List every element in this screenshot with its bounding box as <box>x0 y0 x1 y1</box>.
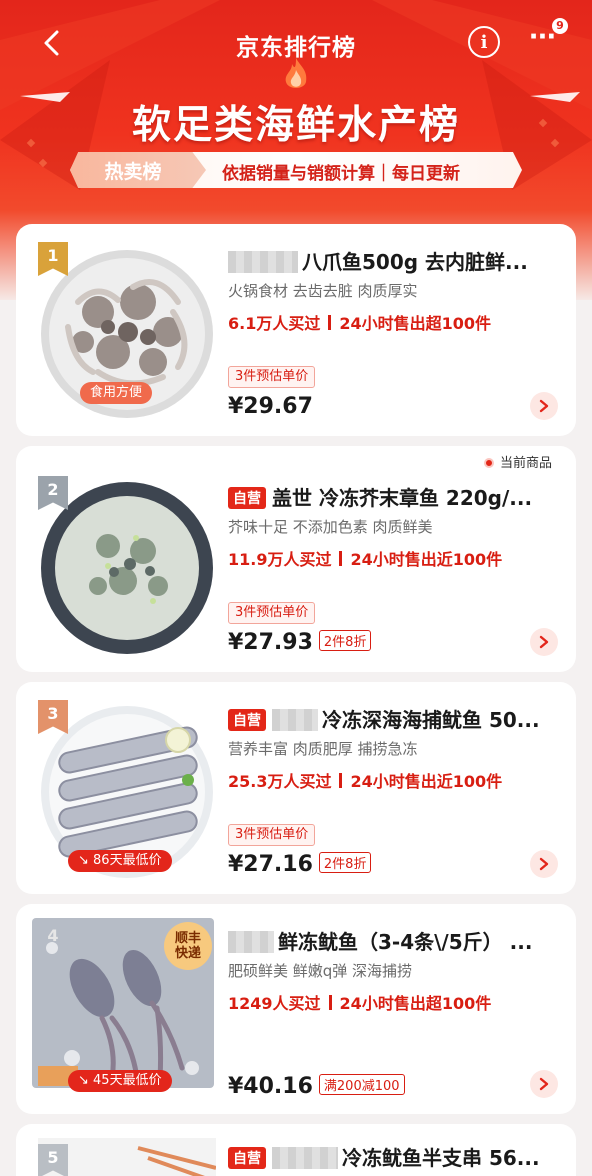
promo-tag: 2件8折 <box>318 852 372 873</box>
buyers-count: 1249人买过 <box>228 994 321 1013</box>
product-tags: 火锅食材 去齿去脏 肉质厚实 <box>228 282 418 300</box>
hot-sale-tab[interactable]: 热卖榜 <box>70 152 206 188</box>
price-value: ¥40.16 <box>228 1074 313 1099</box>
price: ¥29.67 <box>228 394 313 419</box>
product-name[interactable]: 自营 盖世 冷冻芥末章鱼 220g/... <box>228 482 564 511</box>
current-product-label: 当前商品 <box>499 456 552 471</box>
chevron-right-icon <box>539 399 549 413</box>
chevron-right-icon <box>539 1077 549 1091</box>
promo-tag: 2件8折 <box>318 630 372 651</box>
price-value: ¥29.67 <box>228 394 313 419</box>
buyers-count: 25.3万人买过 <box>228 772 332 791</box>
sales-info: 11.9万人买过 24小时售出近100件 <box>228 546 502 570</box>
info-icon: i <box>480 31 488 53</box>
product-name-text: 鲜冻鱿鱼（3-4条\/5斤） ... <box>278 930 533 954</box>
masked-brand <box>228 931 274 953</box>
product-card-2[interactable]: 当前商品 2 自营 盖世 冷冻芥末章鱼 220g/... 芥味十足 不添加色素 肉… <box>16 446 576 672</box>
product-card-5[interactable]: 5 自营 冷冻鱿鱼半支串 56... <box>16 1124 576 1176</box>
product-card-4[interactable]: 4 顺丰 快递 ↘ 45天最低价 鲜冻鱿鱼（3-4条\/5斤） ... 肥硕鲜美 … <box>16 904 576 1114</box>
product-card-1[interactable]: 1 食用方便 八爪鱼500g 去内脏鲜... 火锅食材 去齿去脏 肉质厚实 6.… <box>16 224 576 436</box>
sales-info: 6.1万人买过 24小时售出超100件 <box>228 310 491 334</box>
self-operated-tag: 自营 <box>228 709 266 731</box>
sales-24h: 24小时售出超100件 <box>339 314 492 333</box>
sf-express-badge: 顺丰 快递 <box>164 922 212 970</box>
go-detail-button[interactable] <box>530 1070 558 1098</box>
masked-brand <box>272 709 318 731</box>
promo-tag: 满200减100 <box>318 1074 405 1095</box>
sales-info: 25.3万人买过 24小时售出近100件 <box>228 768 502 792</box>
hot-sale-tab-label: 热卖榜 <box>104 160 162 183</box>
self-operated-tag: 自营 <box>228 1147 266 1169</box>
go-detail-button[interactable] <box>530 850 558 878</box>
more-badge: 9 <box>552 18 568 34</box>
thumb-label-text: 86天最低价 <box>93 853 162 868</box>
self-operated-tag: 自营 <box>228 487 266 509</box>
thumb-label: 食用方便 <box>80 382 153 404</box>
product-name-text: 盖世 冷冻芥末章鱼 220g/... <box>272 486 533 510</box>
chevron-right-icon <box>539 857 549 871</box>
sales-24h: 24小时售出近100件 <box>350 550 503 569</box>
masked-brand <box>272 1147 338 1169</box>
go-detail-button[interactable] <box>530 628 558 656</box>
product-name-text: 冷冻深海海捕鱿鱼 50... <box>322 708 540 732</box>
info-button[interactable]: i <box>468 26 500 58</box>
criteria-text: 依据销量与销额计算｜每日更新 <box>222 164 460 184</box>
price: ¥27.93 2件8折 <box>228 630 372 655</box>
product-name-text: 八爪鱼500g 去内脏鲜... <box>302 250 528 274</box>
sales-24h: 24小时售出超100件 <box>339 994 492 1013</box>
product-name[interactable]: 鲜冻鱿鱼（3-4条\/5斤） ... <box>228 926 564 955</box>
buyers-count: 6.1万人买过 <box>228 314 321 333</box>
buyers-count: 11.9万人买过 <box>228 550 332 569</box>
masked-brand <box>228 251 298 273</box>
go-detail-button[interactable] <box>530 392 558 420</box>
product-card-3[interactable]: 3 ↘ 86天最低价 自营 冷冻深海海捕鱿鱼 50... 营养丰富 肉质肥厚 捕捞… <box>16 682 576 894</box>
flame-icon <box>285 58 307 88</box>
ranking-title: 软足类海鲜水产榜 <box>131 103 460 148</box>
price-value: ¥27.93 <box>228 630 313 655</box>
thumb-label: ↘ 86天最低价 <box>68 850 172 872</box>
price: ¥40.16 满200减100 <box>228 1074 405 1099</box>
product-tags: 芥味十足 不添加色素 肉质鲜美 <box>228 518 433 536</box>
product-name-text: 冷冻鱿鱼半支串 56... <box>342 1146 540 1170</box>
estimate-tag: 3件预估单价 <box>228 602 316 624</box>
product-name[interactable]: 八爪鱼500g 去内脏鲜... <box>228 246 564 275</box>
thumb-label-text: 45天最低价 <box>93 1073 162 1088</box>
sales-info: 1249人买过 24小时售出超100件 <box>228 990 491 1014</box>
more-button[interactable]: ··· <box>524 24 560 54</box>
price-value: ¥27.16 <box>228 852 313 877</box>
current-product-tag: 当前商品 <box>483 452 552 471</box>
estimate-tag: 3件预估单价 <box>228 366 316 388</box>
estimate-tag: 3件预估单价 <box>228 824 316 846</box>
sales-24h: 24小时售出近100件 <box>350 772 503 791</box>
product-tags: 营养丰富 肉质肥厚 捕捞急冻 <box>228 740 418 758</box>
product-name[interactable]: 自营 冷冻深海海捕鱿鱼 50... <box>228 704 564 733</box>
product-tags: 肥硕鲜美 鲜嫩q弹 深海捕捞 <box>228 962 413 980</box>
product-name[interactable]: 自营 冷冻鱿鱼半支串 56... <box>228 1142 564 1171</box>
thumb-label: ↘ 45天最低价 <box>68 1070 172 1092</box>
chevron-right-icon <box>539 635 549 649</box>
price: ¥27.16 2件8折 <box>228 852 372 877</box>
